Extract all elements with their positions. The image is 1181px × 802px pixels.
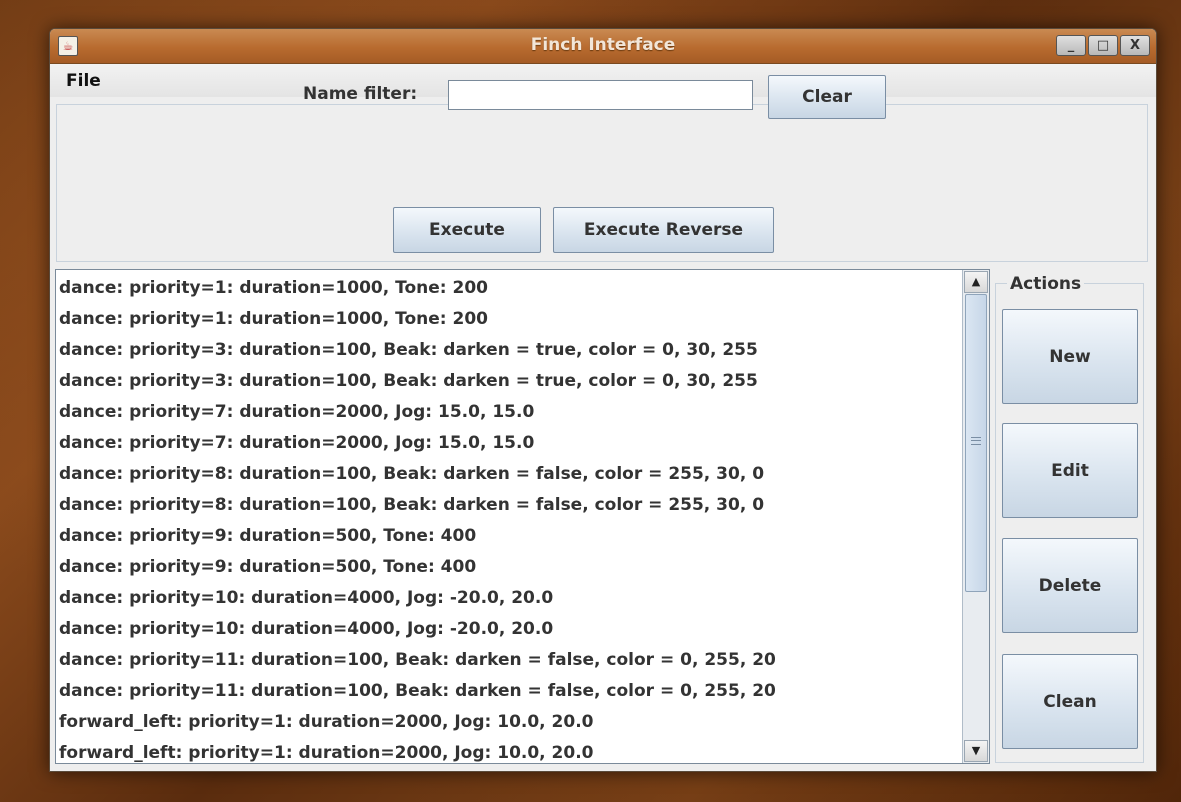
title-bar[interactable]: ☕ Finch Interface _ □ X [50, 29, 1156, 64]
finch-interface-window: ☕ Finch Interface _ □ X File Name filter… [49, 28, 1157, 772]
list-item[interactable]: dance: priority=9: duration=500, Tone: 4… [59, 552, 959, 583]
new-button[interactable]: New [1002, 309, 1138, 404]
name-filter-input[interactable] [448, 80, 753, 110]
maximize-button[interactable]: □ [1088, 35, 1118, 56]
list-item[interactable]: forward_left: priority=1: duration=2000,… [59, 707, 959, 738]
window-title: Finch Interface [530, 35, 676, 55]
grip-icon [971, 437, 981, 445]
delete-button[interactable]: Delete [1002, 538, 1138, 633]
minimize-button[interactable]: _ [1056, 35, 1086, 56]
list-item[interactable]: dance: priority=10: duration=4000, Jog: … [59, 614, 959, 645]
list-item[interactable]: dance: priority=11: duration=100, Beak: … [59, 645, 959, 676]
list-item[interactable]: dance: priority=8: duration=100, Beak: d… [59, 490, 959, 521]
actions-title: Actions [1007, 274, 1085, 294]
window-controls: _ □ X [1056, 35, 1150, 56]
scrollbar-thumb[interactable] [965, 294, 987, 592]
list-item[interactable]: dance: priority=8: duration=100, Beak: d… [59, 459, 959, 490]
list-item[interactable]: dance: priority=7: duration=2000, Jog: 1… [59, 428, 959, 459]
list-scrollbar[interactable]: ▲ ▼ [962, 270, 989, 763]
clean-button[interactable]: Clean [1002, 654, 1138, 749]
scroll-up-icon[interactable]: ▲ [964, 271, 988, 293]
list-item[interactable]: dance: priority=9: duration=500, Tone: 4… [59, 521, 959, 552]
command-list[interactable]: dance: priority=1: duration=1000, Tone: … [55, 269, 990, 764]
edit-button[interactable]: Edit [1002, 423, 1138, 518]
execute-button[interactable]: Execute [393, 207, 541, 253]
list-item[interactable]: dance: priority=3: duration=100, Beak: d… [59, 366, 959, 397]
list-item[interactable]: forward_left: priority=1: duration=2000,… [59, 738, 959, 763]
list-item[interactable]: dance: priority=3: duration=100, Beak: d… [59, 335, 959, 366]
list-item[interactable]: dance: priority=1: duration=1000, Tone: … [59, 273, 959, 304]
scroll-down-icon[interactable]: ▼ [964, 740, 988, 762]
list-item[interactable]: dance: priority=10: duration=4000, Jog: … [59, 583, 959, 614]
list-item[interactable]: dance: priority=7: duration=2000, Jog: 1… [59, 397, 959, 428]
execute-reverse-button[interactable]: Execute Reverse [553, 207, 774, 253]
clear-button[interactable]: Clear [768, 75, 886, 119]
menu-file[interactable]: File [66, 71, 101, 91]
list-item[interactable]: dance: priority=1: duration=1000, Tone: … [59, 304, 959, 335]
list-item[interactable]: dance: priority=11: duration=100, Beak: … [59, 676, 959, 707]
close-button[interactable]: X [1120, 35, 1150, 56]
name-filter-label: Name filter: [303, 84, 418, 104]
command-list-rows: dance: priority=1: duration=1000, Tone: … [59, 273, 959, 763]
